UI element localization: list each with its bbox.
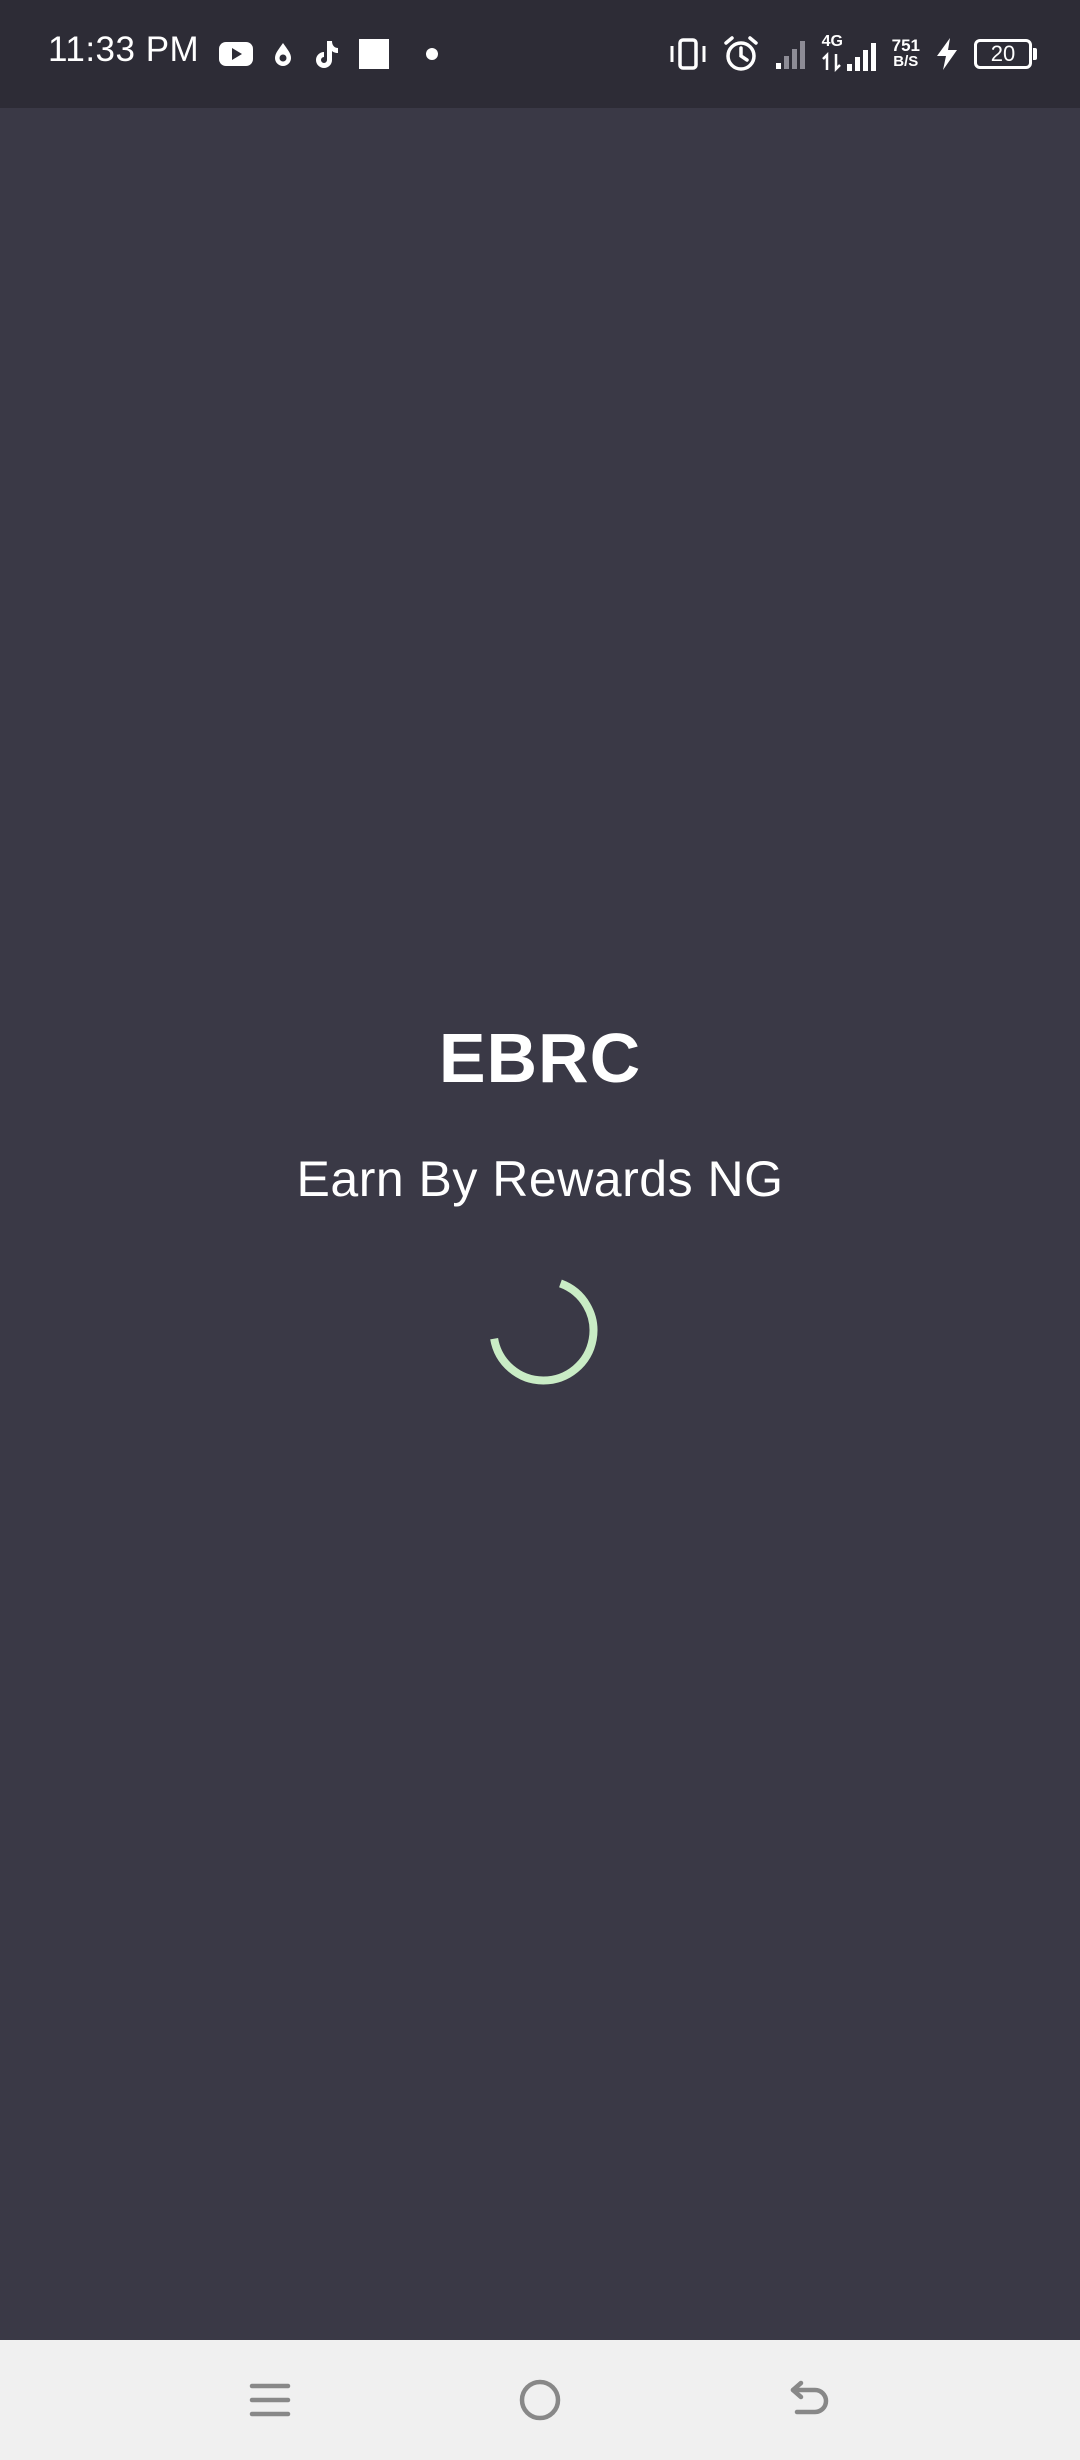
menu-button[interactable] bbox=[240, 2370, 300, 2430]
home-icon bbox=[519, 2379, 561, 2421]
home-button[interactable] bbox=[510, 2370, 570, 2430]
more-dot-icon bbox=[426, 48, 438, 60]
network-type: 4G bbox=[821, 33, 843, 50]
status-bar: 11:33 PM 4G 751 B/S 20 bbox=[0, 0, 1080, 108]
menu-icon bbox=[249, 2383, 291, 2417]
status-time: 11:33 PM bbox=[48, 30, 200, 69]
network-speed-unit: B/S bbox=[893, 53, 919, 70]
notification-drop-icon bbox=[275, 43, 291, 66]
navigation-bar bbox=[0, 2340, 1080, 2460]
tiktok-icon bbox=[316, 41, 338, 68]
network-speed: 751 B/S bbox=[891, 36, 920, 70]
back-button[interactable] bbox=[780, 2370, 840, 2430]
notification-icons bbox=[218, 34, 444, 74]
youtube-icon bbox=[219, 42, 253, 66]
app-title: EBRC bbox=[438, 1019, 642, 1097]
vibrate-icon bbox=[670, 38, 706, 70]
app-subtitle: Earn By Rewards NG bbox=[296, 1151, 784, 1207]
signal-4g-icon: 4G bbox=[822, 34, 878, 74]
network-speed-value: 751 bbox=[891, 36, 920, 55]
splash-screen: 11:33 PM 4G 751 B/S 20 EBRC Earn By Rewa… bbox=[0, 0, 1080, 2460]
back-icon bbox=[790, 2380, 829, 2415]
spinner-arc bbox=[490, 1279, 598, 1385]
battery-level: 20 bbox=[990, 41, 1016, 66]
charging-icon bbox=[937, 38, 957, 70]
alarm-icon bbox=[723, 36, 758, 71]
square-app-icon bbox=[359, 39, 389, 69]
loading-spinner-icon bbox=[490, 1279, 598, 1385]
system-icons: 4G 751 B/S 20 bbox=[668, 30, 1037, 78]
battery-icon: 20 bbox=[974, 39, 1037, 69]
signal-icon bbox=[775, 41, 805, 69]
